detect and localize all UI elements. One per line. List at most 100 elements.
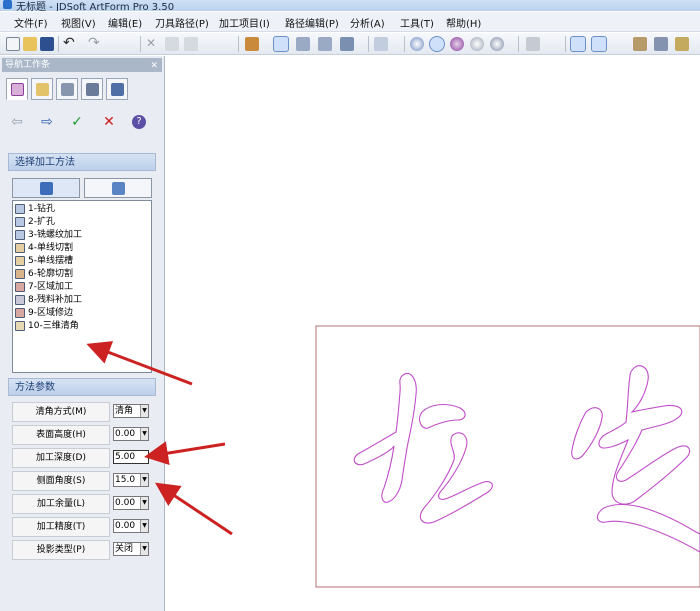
workpiece-rect: [315, 325, 700, 588]
save-icon[interactable]: [40, 37, 54, 51]
toolbar-separator: [565, 36, 566, 52]
dropdown-arrow-icon[interactable]: ▼: [140, 474, 148, 486]
list-item[interactable]: 10-三维清角: [15, 320, 149, 333]
help-icon[interactable]: ?: [132, 115, 146, 129]
layers-icon: [11, 83, 24, 96]
paste-icon[interactable]: [184, 37, 198, 51]
canvas-svg: [315, 325, 700, 588]
param-label: 侧面角度(S): [12, 471, 110, 491]
param-row-depth: 加工深度(D) 5.00: [10, 448, 156, 468]
cut-icon[interactable]: ✕: [146, 37, 160, 51]
allowance-field[interactable]: 0.00 ▼: [113, 496, 149, 510]
list-item[interactable]: 2-扩孔: [15, 216, 149, 229]
list-item[interactable]: 3-铣螺纹加工: [15, 229, 149, 242]
wire-icon[interactable]: [450, 37, 464, 51]
layer-icon[interactable]: [591, 36, 607, 52]
material-icon: [61, 83, 74, 96]
menu-analysis[interactable]: 分析(A): [350, 15, 385, 30]
drill-icon: [15, 204, 25, 214]
menu-file[interactable]: 文件(F): [14, 15, 48, 30]
param-label: 表面高度(H): [12, 425, 110, 445]
param-label: 加工余量(L): [12, 494, 110, 514]
curve-path: [598, 365, 691, 505]
clean-mode-select[interactable]: 清角 ▼: [113, 404, 149, 418]
nav-row: ⇦ ⇨ ✓ ✕ ?: [5, 112, 160, 132]
list-item[interactable]: 7-区域加工: [15, 281, 149, 294]
ream-icon: [15, 217, 25, 227]
thread-icon: [15, 230, 25, 240]
eye-icon[interactable]: [470, 37, 484, 51]
axis-icon[interactable]: [340, 37, 354, 51]
tab-3d-methods[interactable]: [84, 178, 152, 198]
path-icon[interactable]: [654, 37, 668, 51]
menu-project[interactable]: 加工项目(I): [219, 15, 270, 30]
open-icon[interactable]: [23, 37, 37, 51]
param-row-precision: 加工精度(T) 0.00 ▼: [10, 517, 156, 537]
param-row-projection: 投影类型(P) 关闭 ▼: [10, 540, 156, 560]
snap-icon[interactable]: [526, 37, 540, 51]
dropdown-arrow-icon[interactable]: ▼: [140, 405, 148, 417]
single-line-cut-icon: [15, 243, 25, 253]
path-icon[interactable]: [633, 37, 647, 51]
back-icon[interactable]: ⇦: [8, 114, 26, 130]
dropdown-arrow-icon[interactable]: ▼: [140, 543, 148, 555]
list-item[interactable]: 9-区域修边: [15, 307, 149, 320]
forward-icon[interactable]: ⇨: [38, 114, 56, 130]
close-icon[interactable]: ✕: [150, 59, 158, 73]
grid-icon[interactable]: [490, 37, 504, 51]
list-item[interactable]: 4-单线切割: [15, 242, 149, 255]
tab-edit[interactable]: [31, 78, 53, 100]
projection-select[interactable]: 关闭 ▼: [113, 542, 149, 556]
menu-help[interactable]: 帮助(H): [446, 15, 481, 30]
dropdown-arrow-icon[interactable]: ▼: [140, 497, 148, 509]
cube-view-icon[interactable]: [245, 37, 259, 51]
shade-icon[interactable]: [410, 37, 424, 51]
side-angle-field[interactable]: 15.0 ▼: [113, 473, 149, 487]
redo-icon[interactable]: ↷: [88, 36, 102, 51]
toolbar-separator: [58, 36, 59, 52]
select-icon[interactable]: [374, 37, 388, 51]
ok-icon[interactable]: ✓: [68, 114, 86, 130]
top-view-icon[interactable]: [318, 37, 332, 51]
new-icon[interactable]: [6, 37, 20, 51]
undo-icon[interactable]: ↶: [63, 36, 77, 51]
menu-edit[interactable]: 编辑(E): [108, 15, 142, 30]
dropdown-arrow-icon[interactable]: ▼: [140, 520, 148, 532]
iso-view-icon[interactable]: [273, 36, 289, 52]
tab-material[interactable]: [56, 78, 78, 100]
front-view-icon[interactable]: [296, 37, 310, 51]
menu-tools[interactable]: 工具(T): [400, 15, 434, 30]
list-item[interactable]: 5-单线摆槽: [15, 255, 149, 268]
menu-path-edit[interactable]: 路径编辑(P): [285, 15, 339, 30]
list-item[interactable]: 1-钻孔: [15, 203, 149, 216]
pencil-icon: [36, 83, 49, 96]
surface-height-field[interactable]: 0.00 ▼: [113, 427, 149, 441]
tab-output[interactable]: [106, 78, 128, 100]
param-row-clean-mode: 清角方式(M) 清角 ▼: [10, 402, 156, 422]
path-icon[interactable]: [675, 37, 689, 51]
sphere-icon[interactable]: [429, 36, 445, 52]
drawing-canvas[interactable]: [166, 56, 700, 611]
depth-field[interactable]: 5.00: [113, 450, 149, 464]
cancel-icon[interactable]: ✕: [100, 114, 118, 130]
list-item[interactable]: 8-残料补加工: [15, 294, 149, 307]
copy-icon[interactable]: [165, 37, 179, 51]
menu-toolpath[interactable]: 刀具路径(P): [155, 15, 209, 30]
toolbar: ↶ ↷ ✕: [0, 33, 700, 55]
trim-icon: [15, 308, 25, 318]
tab-2d-methods[interactable]: [12, 178, 80, 198]
area-mill-icon: [15, 282, 25, 292]
precision-field[interactable]: 0.00 ▼: [113, 519, 149, 533]
dropdown-arrow-icon[interactable]: ▼: [140, 428, 148, 440]
param-label: 加工深度(D): [12, 448, 110, 468]
document-icon: [111, 83, 124, 96]
menu-view[interactable]: 视图(V): [61, 15, 96, 30]
tool-icon[interactable]: [570, 36, 586, 52]
groove-icon: [15, 256, 25, 266]
method-section-header: 选择加工方法: [8, 153, 156, 171]
curve-path: [419, 432, 493, 524]
corner-clean-icon: [15, 321, 25, 331]
tab-layers[interactable]: [6, 78, 28, 100]
tab-tool[interactable]: [81, 78, 103, 100]
list-item[interactable]: 6-轮廓切割: [15, 268, 149, 281]
